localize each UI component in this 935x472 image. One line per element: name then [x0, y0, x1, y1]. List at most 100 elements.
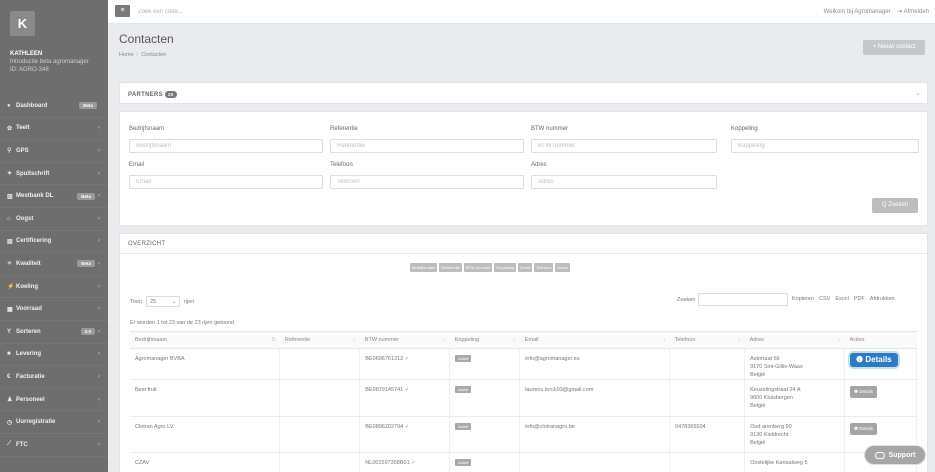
sidebar-item-spuitschrift[interactable]: ✦ Spuitschrift ‹	[0, 163, 108, 186]
chevron-left-icon: ‹	[98, 306, 100, 313]
sidebar-item-koeling[interactable]: ⚡ Koeling ‹	[0, 276, 108, 299]
column-toggle-button[interactable]: Email	[518, 263, 533, 272]
column-header[interactable]: Acties	[844, 331, 917, 349]
column-toggle-button[interactable]: BTW nummer	[463, 263, 493, 272]
column-toggle-button[interactable]: Referentie	[439, 263, 462, 272]
table-search-input[interactable]	[698, 293, 788, 306]
company-name: Best fruit	[135, 387, 157, 393]
column-header[interactable]: Koppeling ↕	[449, 331, 520, 349]
support-button[interactable]: Support	[864, 445, 926, 465]
details-button[interactable]: ❶ Details	[849, 353, 898, 367]
sidebar-item-label: Spuitschrift	[16, 170, 50, 177]
table-row: CZAV NL001597358B01 ✓ Actief Oostelijke Kan…	[130, 452, 918, 472]
search-button[interactable]: Q Zoeken	[872, 198, 918, 213]
chevron-left-icon: ‹	[98, 373, 100, 380]
column-toggle-button[interactable]: Telefoon	[534, 263, 554, 272]
column-toggle-group: Bedrijfsnaam Referentie BTW nummer Koppelin…	[410, 263, 570, 272]
column-header[interactable]: Adres ↕	[744, 331, 845, 349]
filter-telefoon-input[interactable]	[330, 175, 524, 189]
details-button[interactable]: ❶ Details	[849, 423, 878, 435]
column-header[interactable]: Bedrijfsnaam ⇅	[130, 331, 280, 349]
sidebar-item-levering[interactable]: ■ Levering ‹	[0, 344, 108, 367]
new-contact-button[interactable]: + Nieuw contact	[863, 40, 925, 55]
chevron-left-icon: ‹	[98, 396, 100, 403]
sidebar-item-certificering[interactable]: ▤ Certificering ‹	[0, 231, 108, 254]
export-csv-button[interactable]: CSV	[819, 296, 830, 302]
sort-icon: ↕	[353, 337, 356, 343]
sidebar-item-voorraad[interactable]: ▦ Voorraad ‹	[0, 298, 108, 321]
invoice-icon: €	[7, 373, 11, 380]
check-icon: ✓	[403, 387, 410, 393]
sidebar-item-kwaliteit[interactable]: ✧ Kwaliteit Beta ‹	[0, 253, 108, 276]
export-buttons: Kopieren CSV Excel PDF Afdrukken	[792, 296, 895, 302]
export-excel-button[interactable]: Excel	[835, 296, 848, 302]
table-header-row: Bedrijfsnaam ⇅ Referentie ↕ BTW nummer ↕ Koppe…	[130, 331, 917, 349]
filter-adres-input[interactable]	[531, 175, 717, 189]
table-cell: Best fruit	[130, 379, 281, 417]
sidebar-item-gps[interactable]: ⚲ GPS ‹	[0, 140, 108, 163]
table-cell: Agromanager BVBA	[130, 348, 281, 380]
link-status-badge: Actief	[455, 423, 472, 430]
partners-title: PARTNERS 20	[128, 91, 177, 98]
breadcrumb: Home / Contacten	[119, 52, 166, 58]
app-logo[interactable]: K	[10, 11, 35, 36]
filter-bedrijfsnaam-input[interactable]	[129, 139, 323, 153]
sidebar-item-mestbank-dl[interactable]: ▥ Mestbank DL Beta ‹	[0, 185, 108, 208]
sidebar-item-personeel[interactable]: ♟ Personeel ‹	[0, 389, 108, 412]
sort-icon: ↕	[737, 337, 741, 343]
chevron-down-icon[interactable]: ⌄	[915, 89, 921, 97]
filter-referentie-input[interactable]	[330, 139, 524, 153]
code-search-input[interactable]	[138, 6, 338, 17]
link-status-badge: Actief	[455, 355, 472, 362]
sidebar-item-label: Dashboard	[16, 102, 48, 109]
filter-btw-input[interactable]	[531, 139, 717, 153]
chevron-left-icon: ‹	[98, 441, 100, 448]
chat-bubble-icon	[874, 451, 885, 459]
support-label: Support	[888, 451, 916, 459]
column-header-label: Adres	[749, 337, 764, 343]
sidebar-item-uurregistratie[interactable]: ◷ Uurregistratie ‹	[0, 411, 108, 434]
sidebar-item-label: Levering	[16, 351, 42, 358]
sidebar-item-label: Facturatie	[16, 373, 45, 380]
export-kopieren-button[interactable]: Kopieren	[792, 296, 814, 302]
sidebar-item-facturatie[interactable]: € Facturatie ‹	[0, 366, 108, 389]
column-header[interactable]: BTW nummer ↕	[359, 331, 450, 349]
sort-icon: ↕	[837, 337, 841, 343]
column-header[interactable]: Telefoon ↕	[669, 331, 745, 349]
chart-icon: ⟋	[7, 441, 12, 448]
menu-toggle-button[interactable]: ≡	[115, 5, 130, 17]
column-header[interactable]: Email ↕	[519, 331, 670, 349]
email: laurens.torck93@gmail.com	[525, 387, 594, 393]
sidebar-item-sorteren[interactable]: Y Sorteren 3.0 ‹	[0, 321, 108, 344]
column-toggle-button[interactable]: Bedrijfsnaam	[410, 263, 438, 272]
details-button[interactable]: ❶ Details	[849, 386, 878, 398]
topbar-right: Welkom bij Agromanager ⇥ Afmelden	[824, 8, 929, 15]
chevron-left-icon: ‹	[98, 147, 100, 154]
table-cell: Oud arenberg 90 9130 Kieldrecht België	[744, 416, 845, 453]
vat-number: NL001597358B01	[365, 460, 410, 466]
table-cell: Keuzelingstraat 24 A 9600 Kluisbergen Belg…	[744, 379, 845, 417]
sidebar-item-label: Teelt	[16, 125, 30, 132]
breadcrumb-home[interactable]: Home	[119, 52, 134, 58]
column-header[interactable]: Referentie ↕	[279, 331, 360, 349]
welcome-text: Welkom bij Agromanager	[823, 9, 891, 15]
column-toggle-button[interactable]: Adres	[555, 263, 570, 272]
filter-koppeling-input[interactable]	[731, 139, 919, 153]
sidebar-item-ftc[interactable]: ⟋ FTC ‹	[0, 434, 108, 457]
chevron-left-icon: ‹	[98, 419, 100, 426]
filter-email-input[interactable]	[129, 175, 323, 189]
export-afdrukken-button[interactable]: Afdrukken	[870, 296, 895, 302]
sidebar-item-dashboard[interactable]: ● Dashboard Beta	[0, 95, 108, 118]
sidebar-item-teelt[interactable]: ✿ Teelt ‹	[0, 118, 108, 141]
chevron-left-icon: ‹	[98, 125, 100, 132]
table-row: Best fruit BE0879145741 ✓ Actief laurens.to…	[130, 379, 918, 417]
column-toggle-button[interactable]: Koppeling	[494, 263, 517, 272]
sidebar-badge: 3.0	[80, 328, 95, 336]
column-header-label: Acties	[849, 337, 865, 343]
link-status-badge: Actief	[455, 386, 472, 393]
page-size-select[interactable]: 25 ⌄	[145, 296, 180, 307]
export-pdf-button[interactable]: PDF	[854, 296, 865, 302]
sidebar-item-oogst[interactable]: ⌂ Oogst ‹	[0, 208, 108, 231]
table-cell: BE0696761312 ✓	[359, 348, 451, 380]
logout-link[interactable]: ⇥ Afmelden	[897, 9, 929, 15]
